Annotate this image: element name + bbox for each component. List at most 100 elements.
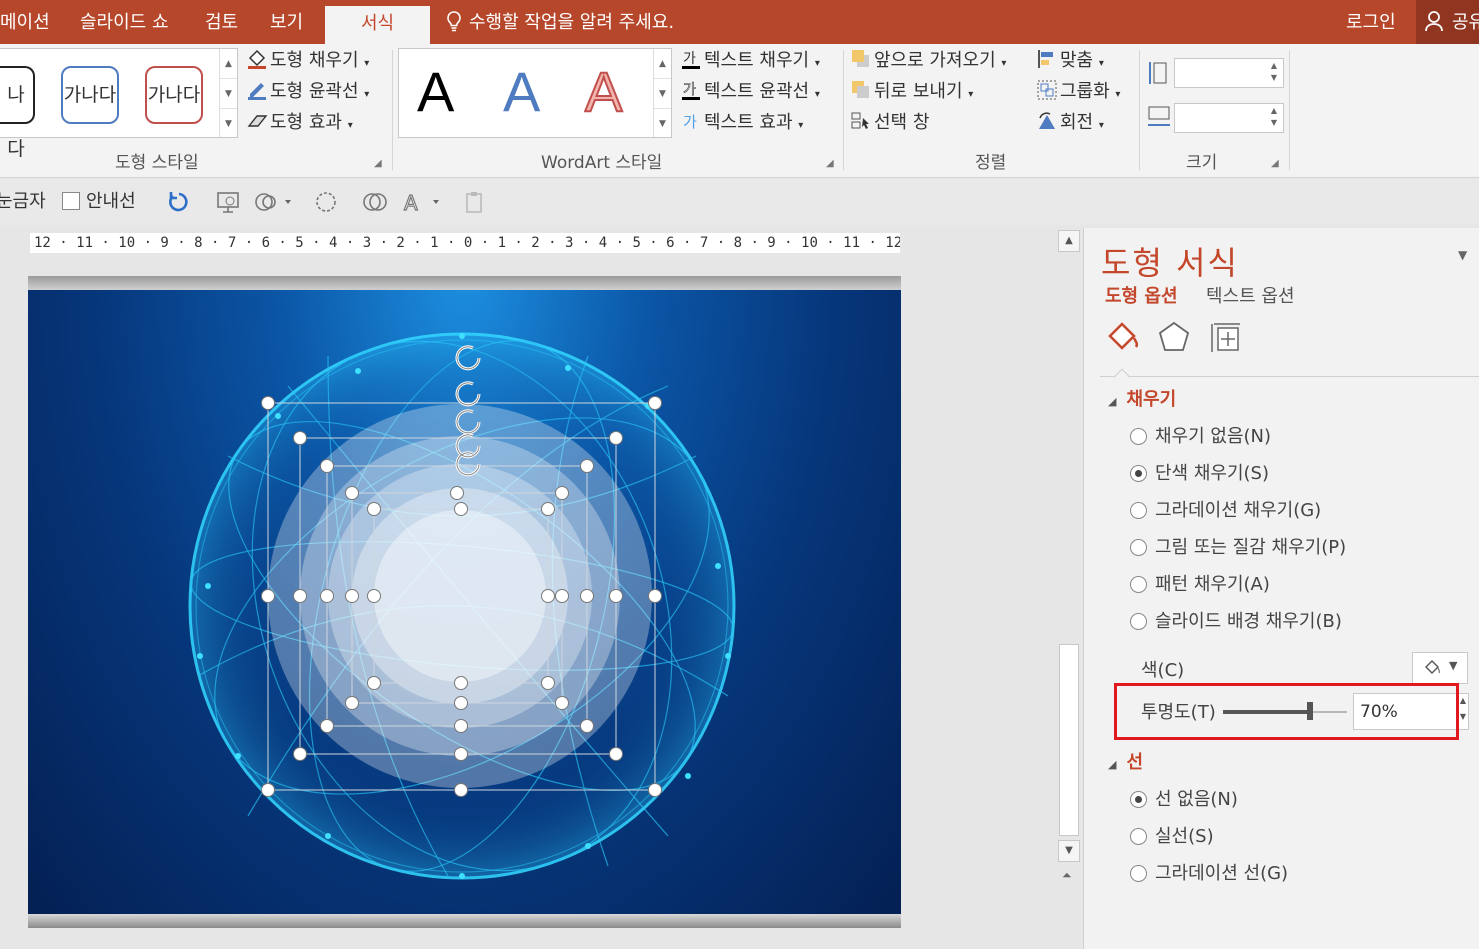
line-option-none[interactable]: 선 없음(N): [1130, 788, 1238, 812]
ruler-checkbox-label[interactable]: 눈금자: [0, 179, 46, 225]
send-backward-label: 뒤로 보내기: [874, 81, 963, 102]
text-effect-icon: 가: [683, 113, 697, 131]
send-backward-button[interactable]: 뒤로 보내기 ▾: [850, 79, 973, 107]
shape-effect-button[interactable]: 도형 효과 ▾: [246, 110, 353, 138]
dialog-launcher-icon[interactable]: ◢: [1271, 158, 1279, 169]
text-effect-button[interactable]: 가 텍스트 효과 ▾: [680, 110, 803, 138]
shape-style-gallery[interactable]: 나다 가나다 가나다 ▲ ▼ ▼: [0, 48, 238, 160]
shape-style-sample-2[interactable]: 가나다: [61, 66, 119, 124]
dialog-launcher-icon[interactable]: ◢: [826, 158, 834, 169]
selection-pane-button[interactable]: 선택 창: [850, 110, 929, 135]
tab-format[interactable]: 서식: [325, 6, 430, 44]
share-button[interactable]: 공유: [1416, 0, 1479, 44]
text-fill-button[interactable]: 가 텍스트 채우기 ▾: [680, 48, 820, 76]
fill-option-label: 패턴 채우기(A): [1155, 574, 1270, 595]
radio-icon[interactable]: [1130, 865, 1147, 882]
tab-review[interactable]: 검토: [205, 0, 238, 44]
shape-style-sample-3[interactable]: 가나다: [145, 66, 203, 124]
size-properties-icon[interactable]: [1208, 320, 1244, 356]
wordart-sample-red[interactable]: A: [584, 59, 623, 124]
spin-up-icon[interactable]: ▲: [1271, 61, 1277, 70]
lasso-icon[interactable]: [314, 190, 340, 214]
radio-icon[interactable]: [1130, 576, 1147, 593]
radio-icon[interactable]: [1130, 539, 1147, 556]
shape-height-input[interactable]: ▲ ▼: [1174, 58, 1284, 88]
wordart-sample-black[interactable]: A: [417, 59, 454, 124]
fill-option-pattern[interactable]: 패턴 채우기(A): [1130, 573, 1270, 597]
spin-down-icon[interactable]: ▼: [1271, 73, 1277, 82]
radio-selected-icon[interactable]: [1130, 791, 1147, 808]
slide-canvas[interactable]: [28, 276, 901, 928]
tab-shape-options[interactable]: 도형 옵션: [1105, 282, 1178, 308]
scroll-up-icon[interactable]: ▲: [220, 49, 237, 79]
scroll-thumb[interactable]: [1059, 644, 1079, 836]
guides-checkbox[interactable]: 안내선: [62, 179, 136, 225]
slideshow-icon[interactable]: [216, 190, 242, 214]
fill-line-icon[interactable]: [1104, 320, 1140, 356]
scroll-down-icon[interactable]: ▼: [654, 79, 671, 109]
more-icon[interactable]: ▼: [220, 109, 237, 139]
spin-up-icon[interactable]: ▲: [1271, 106, 1277, 115]
tab-slideshow[interactable]: 슬라이드 쇼: [80, 0, 169, 44]
tell-me-search[interactable]: 수행할 작업을 알려 주세요.: [445, 0, 674, 44]
group-label-wordart: WordArt 스타일: [541, 153, 663, 173]
radio-icon[interactable]: [1130, 428, 1147, 445]
fill-option-slide-background[interactable]: 슬라이드 배경 채우기(B): [1130, 610, 1342, 634]
effects-pentagon-icon[interactable]: [1156, 320, 1192, 356]
line-section-label: 선: [1126, 752, 1144, 773]
wordart-scroll[interactable]: ▲ ▼ ▼: [653, 49, 671, 137]
send-backward-icon: [852, 81, 869, 98]
slide-scrollbar[interactable]: ▲ ▼ ⏶: [1056, 228, 1082, 888]
search-placeholder: 수행할 작업을 알려 주세요.: [469, 12, 675, 33]
radio-icon[interactable]: [1130, 613, 1147, 630]
group-button[interactable]: 그룹화 ▾: [1036, 79, 1120, 107]
wordart-sample-blue[interactable]: A: [503, 59, 540, 124]
scroll-down-icon[interactable]: ▼: [1058, 840, 1080, 862]
paste-icon[interactable]: [464, 190, 486, 214]
bring-forward-button[interactable]: 앞으로 가져오기 ▾: [850, 48, 1006, 76]
svg-text:가: 가: [683, 51, 696, 67]
fill-option-picture[interactable]: 그림 또는 질감 채우기(P): [1130, 536, 1346, 560]
shape-outline-button[interactable]: 도형 윤곽선 ▾: [246, 79, 369, 107]
undo-rotate-icon[interactable]: [167, 190, 191, 214]
dialog-launcher-icon[interactable]: ◢: [374, 158, 382, 169]
line-option-label: 선 없음(N): [1155, 789, 1238, 810]
previous-slide-icon[interactable]: ⏶: [1062, 868, 1072, 883]
text-outline-icon: 가: [682, 82, 700, 100]
checkbox-icon[interactable]: [62, 192, 80, 210]
radio-icon[interactable]: [1130, 502, 1147, 519]
spin-up-icon[interactable]: ▲: [1460, 696, 1466, 705]
shape-width-input[interactable]: ▲ ▼: [1174, 103, 1284, 133]
spin-down-icon[interactable]: ▼: [1460, 712, 1466, 721]
rotate-button[interactable]: 회전 ▾: [1036, 110, 1104, 138]
shape-style-sample-1[interactable]: 나다: [0, 66, 35, 160]
fill-option-solid[interactable]: 단색 채우기(S): [1130, 462, 1269, 486]
shape-style-scroll[interactable]: ▲ ▼ ▼: [219, 49, 237, 137]
line-section-header[interactable]: ◢ 선: [1108, 748, 1143, 774]
pane-options-chevron-icon[interactable]: ▼: [1458, 248, 1467, 262]
login-link[interactable]: 로그인: [1346, 0, 1396, 46]
line-option-solid[interactable]: 실선(S): [1130, 825, 1214, 849]
fill-section-header[interactable]: ◢ 채우기: [1108, 385, 1176, 411]
scroll-up-icon[interactable]: ▲: [1058, 230, 1080, 252]
scroll-down-icon[interactable]: ▼: [220, 79, 237, 109]
fill-option-gradient[interactable]: 그라데이션 채우기(G): [1130, 499, 1321, 523]
merge-shapes-icon[interactable]: [362, 190, 388, 214]
tab-animations[interactable]: 메이션: [0, 0, 50, 44]
tab-view[interactable]: 보기: [270, 0, 303, 44]
wordart-gallery[interactable]: A A A ▲ ▼ ▼: [398, 48, 672, 138]
spin-down-icon[interactable]: ▼: [1271, 118, 1277, 127]
radio-selected-icon[interactable]: [1130, 465, 1147, 482]
color-picker-button[interactable]: ▼: [1412, 652, 1468, 684]
scroll-up-icon[interactable]: ▲: [654, 49, 671, 79]
radio-icon[interactable]: [1130, 828, 1147, 845]
more-icon[interactable]: ▼: [654, 109, 671, 139]
shape-fill-button[interactable]: 도형 채우기 ▾: [246, 48, 369, 76]
text-outline-button[interactable]: 가 텍스트 윤곽선 ▾: [680, 79, 820, 107]
shapes-icon[interactable]: [254, 190, 294, 214]
line-option-gradient[interactable]: 그라데이션 선(G): [1130, 862, 1288, 886]
align-button[interactable]: 맞춤 ▾: [1036, 48, 1104, 76]
text-style-icon[interactable]: A: [402, 190, 442, 214]
tab-text-options[interactable]: 텍스트 옵션: [1206, 282, 1295, 308]
fill-option-none[interactable]: 채우기 없음(N): [1130, 425, 1271, 449]
